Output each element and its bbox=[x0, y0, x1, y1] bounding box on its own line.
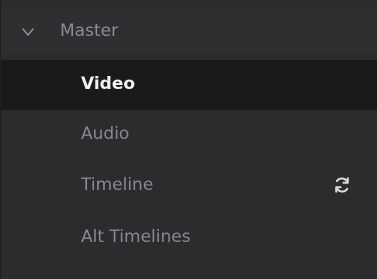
sidebar-item-timeline[interactable]: Timeline bbox=[1, 161, 377, 211]
sidebar-item-label: Alt Timelines bbox=[81, 227, 191, 247]
group-header-label: Master bbox=[60, 21, 119, 41]
sidebar-item-video[interactable]: Video bbox=[1, 60, 377, 110]
sidebar-item-label: Video bbox=[81, 74, 136, 94]
sidebar-panel: Master Video Audio Timeline Alt Timeline… bbox=[0, 0, 377, 279]
group-header-master[interactable]: Master bbox=[1, 8, 377, 54]
chevron-down-icon[interactable] bbox=[21, 24, 35, 38]
sidebar-item-label: Audio bbox=[81, 124, 130, 144]
sync-icon[interactable] bbox=[332, 175, 352, 195]
sidebar-item-label: Timeline bbox=[81, 175, 154, 195]
sidebar-item-audio[interactable]: Audio bbox=[1, 110, 377, 160]
sidebar-item-alt-timelines[interactable]: Alt Timelines bbox=[1, 213, 377, 263]
